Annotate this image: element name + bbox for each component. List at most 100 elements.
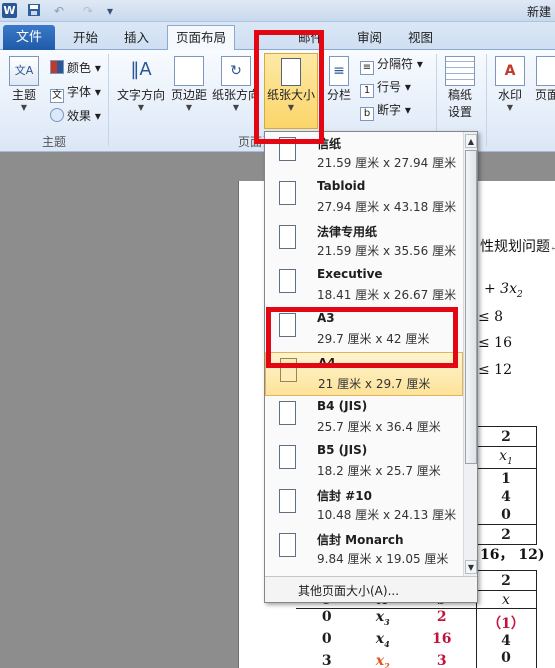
effects-label: 效果 [67,109,92,123]
tab-review[interactable]: 审阅 [357,27,382,49]
paper-size-dimensions: 18.41 厘米 x 26.67 厘米 [317,288,457,302]
word-logo-icon[interactable]: W [2,3,17,18]
text-direction-label: 文字方向 [116,88,165,102]
doc-heading-fragment: 性规划问题↵ [480,239,555,255]
margins-label: 页边距 [170,88,207,102]
paper-size-item[interactable]: B5 (JIS) 18.2 厘米 x 25.7 厘米 [265,440,463,484]
redo-icon[interactable]: ↷ [80,3,96,19]
line-numbers-label: 行号 [377,80,402,94]
scroll-up-icon[interactable]: ▲ [465,134,477,148]
paper-size-item[interactable]: 法律专用纸 21.59 厘米 x 35.56 厘米 [265,220,463,264]
highlight-box-paper-size [254,30,324,144]
fonts-label: 字体 [67,85,92,99]
paper-size-name: 信封 #10 [317,489,372,503]
themes-icon: 文A [9,56,39,86]
fonts-icon: 文 [50,89,64,103]
colors-button[interactable]: 颜色 ▾ [50,58,101,78]
paper-size-dimensions: 21.59 厘米 x 27.94 厘米 [317,156,457,170]
save-icon[interactable] [26,3,42,19]
text-direction-button[interactable]: ‖A 文字方向 ▼ [114,56,168,112]
constraint-2: ≤ 16 [478,335,512,351]
tab-page-layout[interactable]: 页面布局 [167,25,236,51]
colors-icon [50,60,64,74]
tab-view[interactable]: 视图 [408,27,433,49]
manuscript-settings-button[interactable]: 稿纸 设置 [442,56,478,120]
orientation-icon: ↻ [221,56,251,86]
orientation-label: 纸张方向 [211,88,260,102]
manuscript-label-line2: 设置 [447,105,472,119]
highlight-box-a3 [266,307,458,368]
table-cell: 2 [475,524,537,545]
line-numbers-button[interactable]: 1 行号 ▾ [360,77,411,98]
watermark-icon: A [495,56,525,86]
watermark-label: 水印 [497,88,522,102]
line-numbers-icon: 1 [360,84,374,98]
breaks-button[interactable]: ≡ 分隔符 ▾ [360,54,423,75]
point-fragment: 16， 12) [480,547,545,563]
dropdown-scrollbar[interactable]: ▲ ▼ [463,132,477,576]
paper-size-item[interactable]: Tabloid 27.94 厘米 x 43.18 厘米 [265,176,463,220]
customize-quick-access-icon[interactable]: ▾ [104,3,116,19]
chevron-down-icon: ▼ [185,103,193,112]
undo-icon[interactable]: ↶ [48,3,70,19]
window-title: 新建 [526,5,551,19]
page-icon [279,401,296,425]
page-color-label: 页面 [534,88,555,102]
margins-button[interactable]: 页边距 ▼ [168,56,210,112]
text-direction-icon: ‖A [130,59,152,80]
chevron-down-icon: ▼ [506,103,514,112]
paper-size-item[interactable]: Executive 18.41 厘米 x 26.67 厘米 [265,264,463,308]
page-icon [279,225,296,249]
paper-size-name: Executive [317,267,383,281]
paper-size-item[interactable]: 信封 #10 10.48 厘米 x 24.13 厘米 [265,484,463,528]
breaks-label: 分隔符 [377,57,414,71]
page-icon [279,181,296,205]
tab-insert[interactable]: 插入 [124,27,149,49]
scroll-down-icon[interactable]: ▼ [465,560,477,574]
constraint-1: ≤ 8 [478,309,504,325]
paper-size-dimensions: 10.48 厘米 x 24.13 厘米 [317,508,457,522]
tab-home[interactable]: 开始 [73,27,98,49]
paper-size-name: B5 (JIS) [317,443,368,457]
themes-button[interactable]: 文A 主题 ▼ [8,56,40,112]
paper-size-dimensions: 25.7 厘米 x 36.4 厘米 [317,420,441,434]
paper-size-name: Tabloid [317,179,366,193]
hyphenation-button[interactable]: b 断字 ▾ [360,100,411,121]
constraint-3: ≤ 12 [478,362,512,378]
page-icon [279,489,296,513]
page-icon [279,445,296,469]
scroll-thumb[interactable] [465,150,477,464]
paper-size-item[interactable]: B4 (JIS) 25.7 厘米 x 36.4 厘米 [265,396,463,440]
colors-label: 颜色 [67,61,92,75]
objective-fragment: + 3x2 [484,281,523,300]
themes-group-label: 主题 [42,135,67,149]
hyphenation-label: 断字 [377,103,402,117]
more-paper-sizes-item[interactable]: 其他页面大小(A)... [265,576,477,602]
breaks-icon: ≡ [360,61,374,75]
table-body-cells: 0 x3 2 0 x4 16 3 x2 3 [296,607,477,668]
table-cell: 2 [475,570,537,591]
columns-icon: ≡ [329,56,349,86]
table-cell: （1） 4 0 [475,607,537,668]
paper-size-dimensions: 18.2 厘米 x 25.7 厘米 [317,464,441,478]
table-cell: x [475,590,537,609]
tab-file[interactable]: 文件 [3,25,55,50]
columns-button[interactable]: ≡ 分栏 [326,56,352,103]
paper-size-name: 法律专用纸 [317,225,378,239]
paper-size-name: 信封 Monarch [317,533,404,547]
fonts-button[interactable]: 文字体 ▾ [50,82,101,103]
page-color-icon [536,56,555,86]
table-cell: 1 4 0 [475,468,537,525]
hyphenation-icon: b [360,107,374,121]
table-cell: 2 [475,426,537,447]
effects-button[interactable]: 效果 ▾ [50,106,101,126]
watermark-button[interactable]: A 水印 ▼ [492,56,528,112]
effects-icon [50,108,64,122]
page-icon [279,269,296,293]
paper-size-item[interactable]: 信封 Monarch 9.84 厘米 x 19.05 厘米 [265,528,463,572]
chevron-down-icon: ▼ [137,103,145,112]
title-bar: W ↶ ↷ ▾ 新建 [0,0,555,22]
page-color-button[interactable]: 页面 [532,56,555,103]
paper-size-name: B4 (JIS) [317,399,368,413]
more-paper-sizes-label: 其他页面大小(A)... [298,584,400,598]
